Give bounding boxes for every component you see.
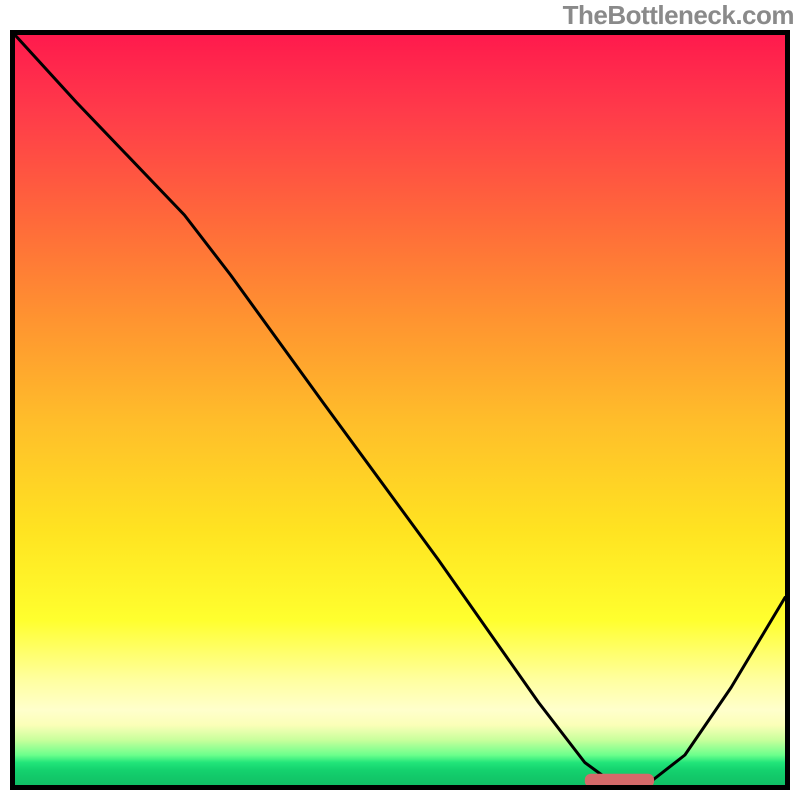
plot-border [10, 30, 790, 790]
watermark-text: TheBottleneck.com [563, 0, 794, 31]
plot-area [10, 30, 790, 790]
chart-frame: TheBottleneck.com [0, 0, 800, 800]
